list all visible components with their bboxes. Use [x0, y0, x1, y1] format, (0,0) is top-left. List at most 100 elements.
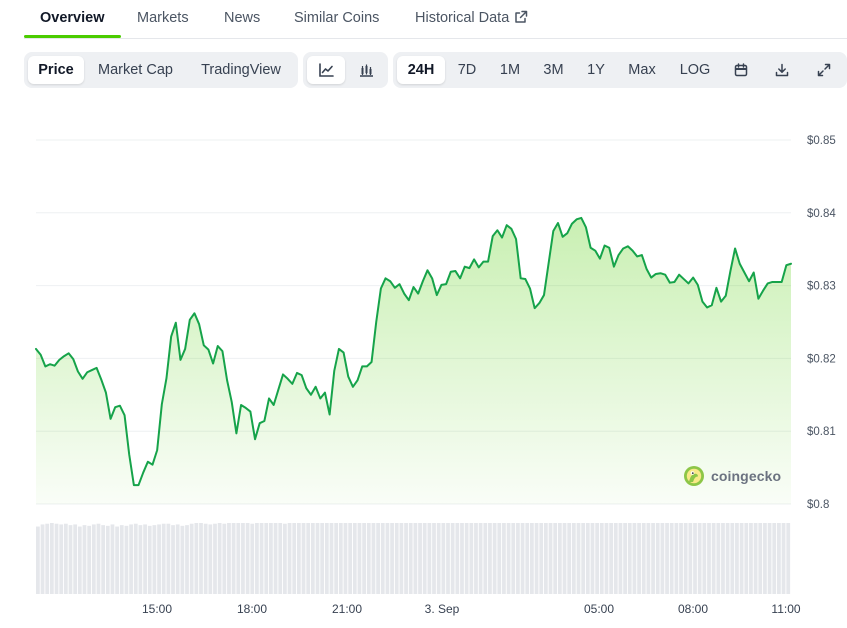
volume-bar	[432, 523, 436, 594]
x-tick-label: 18:00	[237, 602, 267, 616]
volume-bar	[194, 523, 199, 594]
volume-bar	[82, 525, 87, 594]
volume-bar	[175, 524, 180, 594]
price-chart[interactable]: $0.85 $0.84 $0.83 $0.82 $0.81 $0.8 15:00 18:00…	[0, 100, 847, 628]
volume-bar	[665, 523, 669, 594]
volume-bar	[49, 523, 54, 594]
range-max-button[interactable]: Max	[618, 56, 666, 84]
volume-bar	[40, 524, 45, 594]
volume-bar	[264, 523, 269, 594]
volume-bar	[208, 524, 213, 594]
view-price-button[interactable]: Price	[28, 56, 84, 84]
volume-bar	[352, 523, 357, 594]
y-tick-label: $0.81	[807, 426, 836, 438]
volume-bar	[217, 523, 222, 594]
volume-bar	[324, 523, 329, 594]
range-7d-button[interactable]: 7D	[448, 56, 486, 84]
volume-bar	[557, 523, 562, 594]
volume-bar	[520, 523, 525, 594]
x-tick-label: 21:00	[332, 602, 362, 616]
volume-bar	[222, 523, 227, 594]
volume-bar	[203, 523, 208, 594]
volume-bar	[334, 523, 339, 594]
volume-bar	[497, 523, 502, 594]
volume-bar	[306, 523, 311, 594]
volume-bar	[283, 523, 287, 594]
range-24h-button[interactable]: 24H	[397, 56, 445, 84]
volume-bar	[180, 525, 185, 594]
volume-bar	[199, 523, 203, 594]
volume-bar	[548, 523, 553, 594]
volume-bar	[296, 523, 301, 594]
volume-bar	[576, 523, 581, 594]
volume-bar	[269, 523, 273, 594]
volume-bar	[357, 523, 362, 594]
volume-bar	[404, 523, 408, 594]
volume-bar	[348, 523, 353, 594]
candlestick-chart-button[interactable]	[347, 56, 385, 84]
range-3m-button[interactable]: 3M	[533, 56, 574, 84]
tab-markets[interactable]: Markets	[137, 10, 189, 26]
volume-bar	[96, 523, 101, 594]
x-tick-label: 11:00	[771, 602, 800, 616]
line-chart-button[interactable]	[307, 56, 345, 84]
volume-bar	[376, 523, 380, 594]
volume-bar	[255, 523, 259, 594]
range-1m-button[interactable]: 1M	[490, 56, 530, 84]
volume-bar	[488, 523, 492, 594]
volume-bar	[781, 523, 786, 594]
tab-news[interactable]: News	[224, 10, 260, 26]
tab-historical-data[interactable]: Historical Data	[415, 10, 528, 26]
volume-bar	[157, 524, 161, 594]
volume-bar	[674, 523, 679, 594]
calendar-button[interactable]	[725, 56, 757, 84]
time-range-group: 24H 7D 1M 3M 1Y Max LOG	[393, 52, 847, 88]
volume-bar	[63, 523, 68, 594]
download-button[interactable]	[766, 56, 798, 84]
volume-bar	[753, 523, 758, 594]
y-tick-label: $0.84	[807, 208, 836, 220]
tab-overview[interactable]: Overview	[40, 10, 105, 26]
volume-bar	[525, 523, 530, 594]
volume-bar	[36, 526, 40, 594]
external-link-icon	[515, 10, 528, 23]
volume-bar	[604, 523, 609, 594]
view-market-cap-button[interactable]: Market Cap	[88, 56, 183, 84]
volume-bar	[129, 524, 133, 594]
volume-bar	[511, 523, 516, 594]
view-tradingview-button[interactable]: TradingView	[187, 56, 295, 84]
volume-bar	[772, 523, 777, 594]
y-tick-label: $0.8	[807, 499, 829, 511]
volume-bar	[320, 523, 325, 594]
volume-bar	[259, 523, 264, 594]
range-1y-button[interactable]: 1Y	[578, 56, 614, 84]
volume-bar	[627, 523, 632, 594]
tab-similar-coins[interactable]: Similar Coins	[294, 10, 379, 26]
volume-bar	[590, 523, 595, 594]
volume-bar	[422, 523, 427, 594]
download-icon	[775, 63, 789, 77]
volume-bar	[506, 523, 511, 594]
volume-bar	[301, 523, 306, 594]
volume-bar	[516, 523, 520, 594]
volume-bar	[637, 523, 641, 594]
volume-bar	[231, 523, 236, 594]
volume-bar	[105, 525, 110, 594]
volume-bar	[562, 523, 567, 594]
fullscreen-button[interactable]	[808, 56, 840, 84]
volume-bar	[273, 523, 278, 594]
volume-bar	[646, 523, 651, 594]
active-tab-indicator	[24, 35, 121, 38]
volume-bar	[655, 523, 660, 594]
log-scale-button[interactable]: LOG	[670, 56, 720, 84]
volume-bar	[161, 523, 166, 594]
price-area-fill	[36, 217, 791, 504]
volume-bar	[739, 523, 744, 594]
volume-bar	[716, 523, 721, 594]
volume-bar	[767, 523, 772, 594]
volume-bar	[91, 524, 96, 594]
volume-bar	[543, 523, 548, 594]
volume-bar	[725, 523, 730, 594]
volume-bar	[721, 523, 725, 594]
volume-bar	[641, 523, 646, 594]
